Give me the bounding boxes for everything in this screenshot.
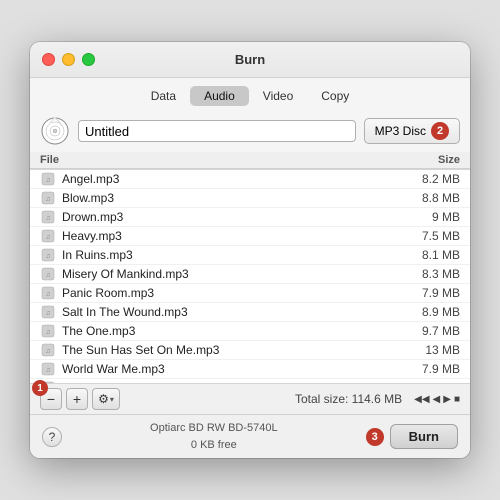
svg-text:♫: ♫ [45, 367, 50, 374]
file-size: 8.8 MB [405, 191, 460, 205]
traffic-lights [42, 53, 95, 66]
file-name: Misery Of Mankind.mp3 [62, 267, 405, 281]
file-name: In Ruins.mp3 [62, 248, 405, 262]
file-icon: ♫ [40, 247, 56, 263]
file-icon: ♫ [40, 304, 56, 320]
svg-text:♫: ♫ [45, 272, 50, 279]
file-list[interactable]: ♫ Angel.mp3 8.2 MB ♫ Blow.mp3 8.8 MB ♫ [30, 169, 470, 384]
window-title: Burn [235, 52, 265, 67]
file-size: 7.5 MB [405, 229, 460, 243]
gear-button[interactable]: ⚙ ▾ [92, 388, 120, 410]
maximize-button[interactable] [82, 53, 95, 66]
burn-area: 3 Burn [366, 424, 458, 449]
tab-video[interactable]: Video [249, 86, 307, 106]
svg-text:♫: ♫ [45, 291, 50, 298]
file-name: World War Me.mp3 [62, 362, 405, 376]
table-row[interactable]: ♫ World War Me.mp3 7.9 MB [30, 360, 470, 379]
table-row[interactable]: ♫ Salt In The Wound.mp3 8.9 MB [30, 303, 470, 322]
disc-row: MP3 Disc 2 [30, 112, 470, 152]
file-name: The Sun Has Set On Me.mp3 [62, 343, 405, 357]
gear-dropdown-arrow: ▾ [110, 395, 114, 404]
svg-text:♫: ♫ [45, 253, 50, 260]
svg-text:♫: ♫ [45, 234, 50, 241]
table-row[interactable]: ♫ Heavy.mp3 7.5 MB [30, 227, 470, 246]
disc-title-input[interactable] [78, 120, 356, 142]
badge-3: 3 [366, 428, 384, 446]
file-size: 7.9 MB [405, 362, 460, 376]
skip-back-icon[interactable]: ◀◀ [414, 394, 429, 405]
file-size: 8.1 MB [405, 248, 460, 262]
drive-info: Optiarc BD RW BD-5740L 0 KB free [150, 420, 278, 453]
badge-1: 1 [32, 380, 48, 396]
file-icon: ♫ [40, 323, 56, 339]
file-name: Drown.mp3 [62, 210, 405, 224]
disc-icon [40, 116, 70, 146]
file-name: Blow.mp3 [62, 191, 405, 205]
svg-text:♫: ♫ [45, 329, 50, 336]
minimize-button[interactable] [62, 53, 75, 66]
file-size: 9.7 MB [405, 324, 460, 338]
playback-controls: ◀◀ ◀ ▶ ■ [414, 394, 460, 405]
svg-text:♫: ♫ [45, 177, 50, 184]
svg-text:♫: ♫ [45, 215, 50, 222]
file-icon: ♫ [40, 190, 56, 206]
drive-free: 0 KB free [150, 437, 278, 454]
gear-icon: ⚙ [98, 392, 109, 406]
table-row[interactable]: ♫ Misery Of Mankind.mp3 8.3 MB [30, 265, 470, 284]
mp3-badge: 2 [431, 122, 449, 140]
mp3-disc-label: MP3 Disc [375, 124, 426, 138]
file-name: The One.mp3 [62, 324, 405, 338]
total-size: Total size: 114.6 MB [124, 392, 402, 406]
col-size-header: Size [438, 154, 460, 166]
toolbar: − 1 + ⚙ ▾ Total size: 114.6 MB ◀◀ ◀ ▶ ■ [30, 384, 470, 415]
prev-icon[interactable]: ◀ [433, 394, 441, 405]
drive-name: Optiarc BD RW BD-5740L [150, 420, 278, 437]
stop-icon[interactable]: ■ [454, 394, 460, 405]
main-window: Burn Data Audio Video Copy MP3 Disc 2 Fi… [30, 42, 470, 458]
table-row[interactable]: ♫ The One.mp3 9.7 MB [30, 322, 470, 341]
file-name: Angel.mp3 [62, 172, 405, 186]
col-file-header: File [40, 154, 59, 166]
file-icon: ♫ [40, 266, 56, 282]
table-row[interactable]: ♫ The Sun Has Set On Me.mp3 13 MB [30, 341, 470, 360]
burn-button[interactable]: Burn [390, 424, 458, 449]
svg-text:♫: ♫ [45, 348, 50, 355]
file-list-header: File Size [30, 152, 470, 169]
add-button[interactable]: + [66, 388, 88, 410]
table-row[interactable]: ♫ In Ruins.mp3 8.1 MB [30, 246, 470, 265]
close-button[interactable] [42, 53, 55, 66]
file-icon: ♫ [40, 342, 56, 358]
svg-text:♫: ♫ [45, 310, 50, 317]
file-size: 8.9 MB [405, 305, 460, 319]
titlebar: Burn [30, 42, 470, 78]
file-size: 9 MB [405, 210, 460, 224]
file-name: Salt In The Wound.mp3 [62, 305, 405, 319]
tab-bar: Data Audio Video Copy [30, 78, 470, 112]
svg-text:♫: ♫ [45, 196, 50, 203]
file-icon: ♫ [40, 285, 56, 301]
table-row[interactable]: ♫ Drown.mp3 9 MB [30, 208, 470, 227]
file-size: 8.2 MB [405, 172, 460, 186]
file-size: 7.9 MB [405, 286, 460, 300]
file-name: Panic Room.mp3 [62, 286, 405, 300]
file-icon: ♫ [40, 361, 56, 377]
file-icon: ♫ [40, 209, 56, 225]
help-icon: ? [49, 430, 56, 444]
file-size: 8.3 MB [405, 267, 460, 281]
tab-data[interactable]: Data [137, 86, 190, 106]
mp3-disc-button[interactable]: MP3 Disc 2 [364, 118, 460, 144]
file-icon: ♫ [40, 171, 56, 187]
table-row[interactable]: ♫ Blow.mp3 8.8 MB [30, 189, 470, 208]
status-bar: ? Optiarc BD RW BD-5740L 0 KB free 3 Bur… [30, 415, 470, 458]
burn-label: Burn [409, 429, 439, 444]
tab-audio[interactable]: Audio [190, 86, 249, 106]
file-size: 13 MB [405, 343, 460, 357]
tab-copy[interactable]: Copy [307, 86, 363, 106]
file-name: Heavy.mp3 [62, 229, 405, 243]
table-row[interactable]: ♫ Panic Room.mp3 7.9 MB [30, 284, 470, 303]
file-icon: ♫ [40, 228, 56, 244]
table-row[interactable]: ♫ Angel.mp3 8.2 MB [30, 170, 470, 189]
play-icon[interactable]: ▶ [443, 394, 451, 405]
help-button[interactable]: ? [42, 427, 62, 447]
